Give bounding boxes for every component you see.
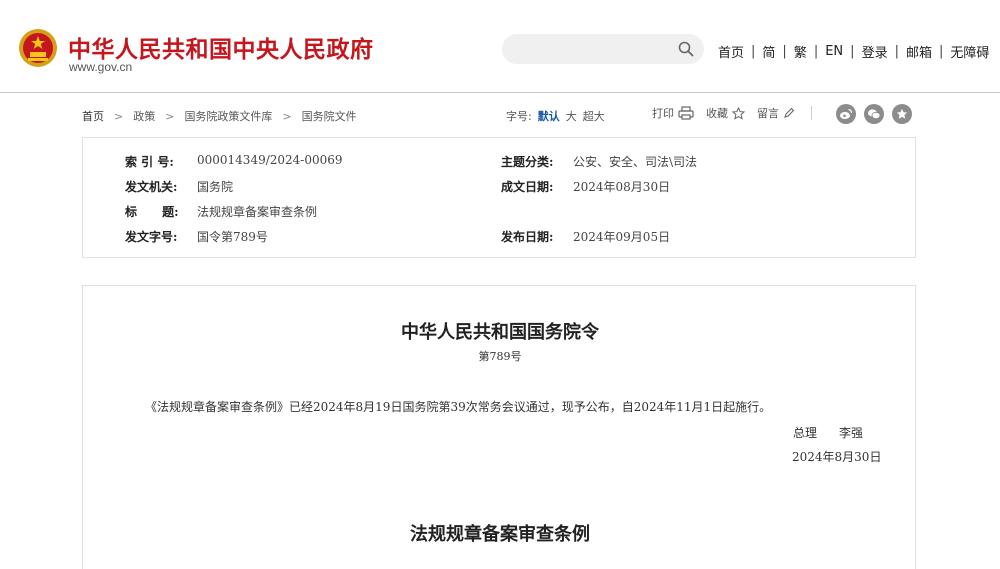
- meta-written-date-label: 成文日期:: [501, 180, 554, 194]
- breadcrumb-home[interactable]: 首页: [82, 108, 104, 124]
- document-title: 中华人民共和国国务院令: [401, 322, 599, 343]
- print-label: 打印: [652, 107, 674, 120]
- chevron-right-icon: >: [282, 109, 292, 123]
- site-title[interactable]: 中华人民共和国中央人民政府: [68, 30, 374, 64]
- meta-title-label: 标 题:: [125, 205, 179, 219]
- document-subtitle: 法规规章备案审查条例: [410, 524, 590, 545]
- weibo-share-button[interactable]: [836, 104, 856, 124]
- breadcrumb-policy[interactable]: 政策: [133, 108, 155, 124]
- font-size-default[interactable]: 默认: [538, 108, 560, 124]
- font-size-selector: 字号: 默认 大 超大: [506, 108, 605, 124]
- nav-login[interactable]: 登录: [862, 42, 888, 61]
- chevron-right-icon: >: [165, 109, 175, 123]
- meta-topic-label: 主题分类:: [501, 155, 554, 169]
- meta-topic-value: 公安、安全、司法\司法: [573, 155, 698, 169]
- meta-index-row: 索 引 号: 000014349/2024-00069: [125, 153, 343, 170]
- share-buttons: [836, 104, 912, 124]
- breadcrumb-policy-library[interactable]: 国务院政策文件库: [184, 108, 272, 124]
- meta-written-date-value: 2024年08月30日: [573, 180, 671, 194]
- collect-button[interactable]: 收藏: [706, 105, 745, 121]
- font-size-xlarge[interactable]: 超大: [583, 108, 605, 124]
- meta-doc-no-label: 发文字号:: [125, 230, 178, 244]
- meta-doc-no-value: 国令第789号: [197, 230, 268, 244]
- site-header: 中华人民共和国中央人民政府 www.gov.cn 首页 | 简 | 繁 | EN…: [0, 0, 1000, 93]
- meta-issuer-value: 国务院: [197, 180, 234, 194]
- nav-separator: |: [782, 44, 787, 59]
- nav-traditional[interactable]: 繁: [794, 42, 807, 61]
- search-icon[interactable]: [678, 41, 694, 57]
- nav-accessibility[interactable]: 无障碍: [950, 42, 989, 61]
- meta-title-value: 法规规章备案审查条例: [197, 205, 318, 219]
- meta-index-value: 000014349/2024-00069: [197, 153, 343, 167]
- nav-separator: |: [813, 44, 819, 59]
- breadcrumb: 首页 > 政策 > 国务院政策文件库 > 国务院文件: [82, 108, 357, 124]
- signature-name: 李强: [839, 426, 864, 440]
- document-number: 第789号: [478, 350, 522, 363]
- chevron-right-icon: >: [114, 109, 124, 123]
- nav-home[interactable]: 首页: [718, 42, 744, 61]
- font-size-large[interactable]: 大: [566, 108, 577, 124]
- document-content: 中华人民共和国国务院令 第789号 《法规规章备案审查条例》已经2024年8月1…: [82, 285, 916, 569]
- wechat-share-button[interactable]: [864, 104, 884, 124]
- meta-written-date-row: 成文日期: 2024年08月30日: [501, 178, 670, 195]
- meta-issuer-row: 发文机关: 国务院: [125, 178, 233, 195]
- document-metadata: 索 引 号: 000014349/2024-00069 主题分类: 公安、安全、…: [82, 137, 916, 258]
- top-nav: 首页 | 简 | 繁 | EN | 登录 | 邮箱 | 无障碍: [718, 42, 989, 61]
- comment-button[interactable]: 留言: [757, 105, 795, 121]
- nav-separator: |: [850, 44, 855, 59]
- nav-separator: |: [894, 44, 899, 59]
- meta-index-label: 索 引 号:: [125, 155, 174, 169]
- signature-role: 总理: [793, 426, 818, 440]
- collect-label: 收藏: [706, 107, 728, 120]
- meta-title-row: 标 题: 法规规章备案审查条例: [125, 203, 317, 220]
- toolbar: 首页 > 政策 > 国务院政策文件库 > 国务院文件 字号: 默认 大 超大 打…: [82, 104, 916, 126]
- nav-separator: |: [751, 44, 756, 59]
- pencil-icon: [784, 107, 795, 118]
- nav-simplified[interactable]: 简: [762, 42, 775, 61]
- meta-issuer-label: 发文机关:: [125, 180, 178, 194]
- breadcrumb-state-council-docs[interactable]: 国务院文件: [302, 108, 357, 124]
- nav-mail[interactable]: 邮箱: [906, 42, 932, 61]
- meta-publish-date-label: 发布日期:: [501, 230, 554, 244]
- nav-separator: |: [938, 44, 944, 59]
- comment-label: 留言: [757, 107, 779, 120]
- site-url[interactable]: www.gov.cn: [69, 60, 132, 74]
- toolbar-divider: [811, 106, 812, 120]
- meta-topic-row: 主题分类: 公安、安全、司法\司法: [501, 153, 697, 170]
- favorite-star-icon: [896, 108, 908, 119]
- print-button[interactable]: 打印: [652, 105, 694, 121]
- weibo-icon: [840, 108, 853, 119]
- page-tools: 打印 收藏 留言: [652, 105, 826, 121]
- favorite-share-button[interactable]: [892, 104, 912, 124]
- national-emblem-icon[interactable]: [18, 28, 58, 68]
- font-size-label: 字号:: [506, 110, 532, 123]
- meta-publish-date-value: 2024年09月05日: [573, 230, 671, 244]
- wechat-icon: [868, 109, 881, 120]
- document-signature: 总理 李强: [793, 424, 863, 441]
- meta-publish-date-row: 发布日期: 2024年09月05日: [501, 228, 670, 245]
- search-input[interactable]: [502, 34, 704, 64]
- star-outline-icon: [732, 106, 745, 120]
- printer-icon: [678, 106, 694, 120]
- meta-doc-no-row: 发文字号: 国令第789号: [125, 228, 268, 245]
- nav-english[interactable]: EN: [825, 44, 843, 59]
- document-sign-date: 2024年8月30日: [792, 450, 882, 464]
- document-paragraph: 《法规规章备案审查条例》已经2024年8月19日国务院第39次常务会议通过，现予…: [145, 400, 772, 414]
